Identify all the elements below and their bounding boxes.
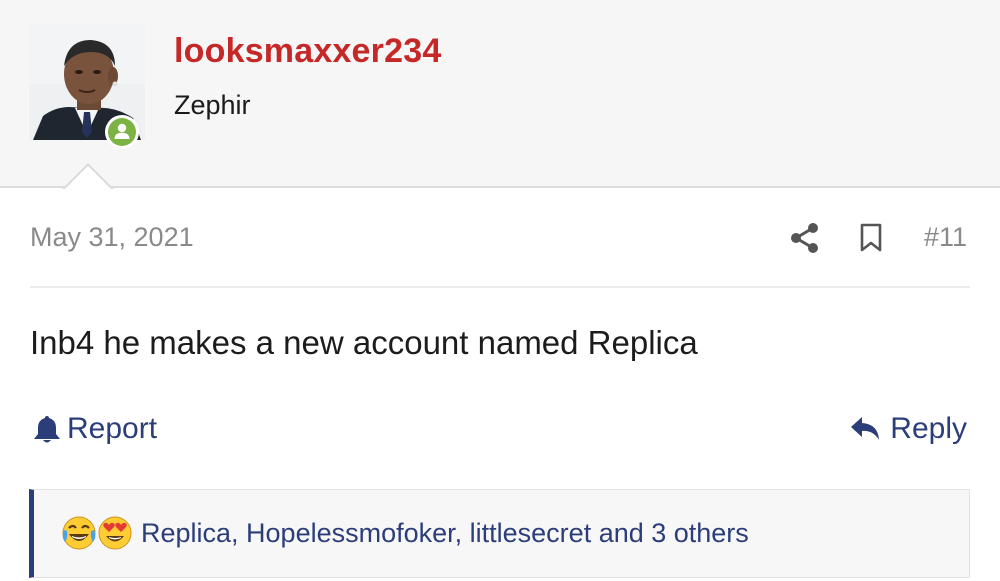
header-notch-fill: [64, 166, 112, 190]
user-header: looksmaxxer234 Zephir: [0, 0, 1000, 188]
divider: [30, 286, 970, 288]
bell-icon: [34, 416, 60, 443]
username-link[interactable]: looksmaxxer234: [174, 32, 441, 71]
post-number-link[interactable]: #11: [924, 222, 967, 253]
share-icon[interactable]: [790, 222, 820, 254]
report-button[interactable]: Report: [33, 412, 157, 446]
reply-label: Reply: [890, 412, 967, 445]
face-with-tears-of-joy-icon: [61, 515, 97, 551]
report-label: Report: [67, 412, 158, 445]
user-title: Zephir: [174, 90, 251, 120]
reply-button[interactable]: Reply: [850, 412, 967, 446]
post-body: Inb4 he makes a new account named Replic…: [30, 324, 698, 361]
reactions-bar[interactable]: Replica, Hopelessmofoker, littlesecret a…: [29, 489, 970, 578]
post-date[interactable]: May 31, 2021: [30, 222, 194, 253]
online-status-icon: [105, 115, 139, 149]
reactions-summary[interactable]: Replica, Hopelessmofoker, littlesecret a…: [141, 518, 749, 549]
reply-arrow-icon: [851, 417, 880, 440]
heart-eyes-icon: [97, 515, 133, 551]
bookmark-icon[interactable]: [859, 223, 883, 253]
forum-post: looksmaxxer234 Zephir May 31, 2021 #11 I…: [0, 0, 1000, 581]
